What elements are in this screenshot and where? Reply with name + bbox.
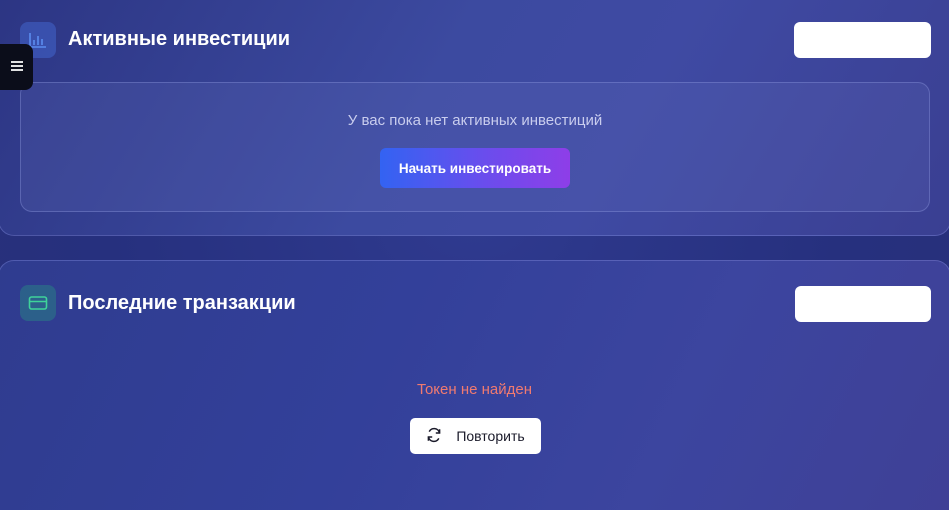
active-investments-title: Активные инвестиции bbox=[68, 28, 291, 50]
retry-label: Повторить bbox=[456, 428, 525, 444]
credit-card-icon bbox=[20, 285, 56, 321]
investments-header-button[interactable] bbox=[794, 22, 931, 58]
token-error-message: Токен не найден bbox=[416, 381, 533, 398]
sidebar-toggle-button[interactable] bbox=[0, 44, 33, 90]
refresh-icon bbox=[426, 427, 442, 446]
recent-transactions-title: Последние транзакции bbox=[68, 292, 296, 314]
retry-button[interactable]: Повторить bbox=[410, 418, 541, 454]
empty-investments-message: У вас пока нет активных инвестиций bbox=[347, 112, 603, 129]
hamburger-icon bbox=[10, 58, 23, 76]
start-investing-button[interactable]: Начать инвестировать bbox=[380, 148, 570, 188]
active-investments-card: Активные инвестиции У вас пока нет актив… bbox=[0, 0, 949, 236]
empty-investments-panel: У вас пока нет активных инвестиций Начат… bbox=[20, 82, 930, 212]
transactions-header-button[interactable] bbox=[795, 286, 931, 322]
recent-transactions-card: Последние транзакции Токен не найден Пов… bbox=[0, 260, 949, 510]
